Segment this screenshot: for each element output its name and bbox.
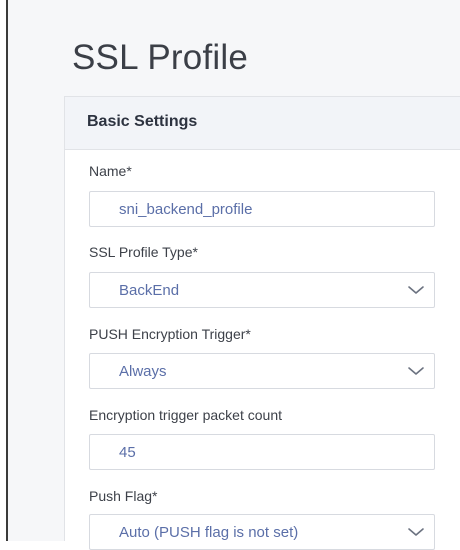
push-flag-value: Auto (PUSH flag is not set) — [119, 524, 299, 541]
packet-count-input[interactable]: 45 — [89, 434, 435, 470]
page: SSL Profile Basic Settings Name* sni_bac… — [8, 0, 460, 550]
name-input-value: sni_backend_profile — [119, 201, 253, 218]
ssl-profile-type-select[interactable]: BackEnd — [89, 272, 435, 308]
push-encryption-trigger-label: PUSH Encryption Trigger* — [89, 326, 251, 342]
push-flag-label: Push Flag* — [89, 488, 158, 504]
chevron-down-icon — [408, 528, 424, 536]
basic-settings-panel: Basic Settings Name* sni_backend_profile… — [64, 96, 460, 550]
push-flag-select[interactable]: Auto (PUSH flag is not set) — [89, 514, 435, 550]
packet-count-label: Encryption trigger packet count — [89, 407, 282, 423]
name-input[interactable]: sni_backend_profile — [89, 191, 435, 227]
section-header: Basic Settings — [65, 97, 460, 150]
ssl-profile-type-label: SSL Profile Type* — [89, 244, 198, 260]
chevron-down-icon — [408, 286, 424, 294]
section-title: Basic Settings — [87, 113, 198, 130]
page-title: SSL Profile — [72, 38, 248, 77]
push-encryption-trigger-select[interactable]: Always — [89, 353, 435, 389]
packet-count-value: 45 — [119, 444, 136, 461]
chevron-down-icon — [408, 367, 424, 375]
push-encryption-trigger-value: Always — [119, 363, 167, 380]
name-label: Name* — [89, 163, 132, 179]
ssl-profile-type-value: BackEnd — [119, 282, 180, 299]
